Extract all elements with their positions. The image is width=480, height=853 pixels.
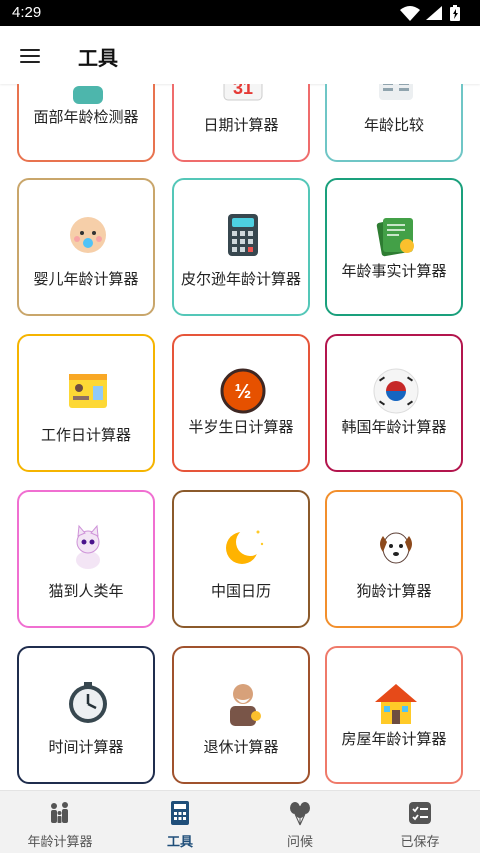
tool-card-cat-years[interactable]: 猫到人类年 bbox=[17, 490, 155, 628]
nav-label: 问候 bbox=[286, 835, 313, 850]
tool-label: 狗龄计算器 bbox=[356, 582, 432, 600]
half-icon: ½ bbox=[220, 368, 266, 414]
tool-label: 皮尔逊年龄计算器 bbox=[180, 270, 301, 288]
tool-card-retirement[interactable]: 退休计算器 bbox=[172, 646, 310, 784]
tool-card-baby-age[interactable]: 婴儿年龄计算器 bbox=[17, 178, 155, 316]
tool-label: 年龄事实计算器 bbox=[341, 262, 447, 280]
calendar-icon: 31 bbox=[223, 84, 263, 101]
tool-card-dog-age[interactable]: 狗龄计算器 bbox=[325, 490, 463, 628]
tool-label: 时间计算器 bbox=[48, 738, 124, 756]
certificate-icon bbox=[376, 218, 414, 257]
nav-age-calculator[interactable]: 年龄计算器 bbox=[0, 791, 120, 853]
tool-label: 半岁生日计算器 bbox=[188, 418, 294, 436]
status-time: 4:29 bbox=[12, 4, 42, 21]
tool-label: 房屋年龄计算器 bbox=[341, 730, 447, 748]
tool-card-house-age[interactable]: 房屋年龄计算器 bbox=[325, 646, 463, 784]
tool-card-half-birthday[interactable]: ½ 半岁生日计算器 bbox=[172, 334, 310, 472]
nav-label: 工具 bbox=[166, 835, 193, 850]
tools-scroll-area[interactable]: 面部年龄检测器 31 日期计算器 年龄比较 婴儿年龄计算器 皮尔逊年龄计算器 年… bbox=[0, 84, 480, 790]
tool-label: 面部年龄检测器 bbox=[33, 108, 139, 126]
tool-label: 工作日计算器 bbox=[40, 426, 131, 444]
retiree-icon bbox=[230, 684, 261, 726]
nav-greetings[interactable]: 问候 bbox=[240, 791, 360, 853]
battery-icon bbox=[450, 5, 460, 21]
calculator-icon bbox=[171, 801, 189, 825]
balloons-icon bbox=[290, 802, 310, 826]
nav-tools[interactable]: 工具 bbox=[120, 791, 240, 853]
hamburger-icon bbox=[20, 49, 40, 51]
work-calendar-icon bbox=[69, 374, 107, 408]
tool-card-age-compare[interactable]: 年龄比较 bbox=[325, 84, 463, 162]
tool-card-workday[interactable]: 工作日计算器 bbox=[17, 334, 155, 472]
hamburger-icon-line bbox=[20, 61, 40, 63]
korea-flag-icon bbox=[373, 368, 419, 414]
tool-card-age-facts[interactable]: 年龄事实计算器 bbox=[325, 178, 463, 316]
tool-label: 年龄比较 bbox=[363, 116, 424, 134]
cat-icon bbox=[76, 524, 100, 569]
crescent-moon-icon bbox=[226, 528, 264, 564]
status-bar: 4:29 bbox=[0, 0, 480, 26]
signal-icon bbox=[426, 6, 442, 20]
svg-text:½: ½ bbox=[235, 381, 252, 403]
nav-saved[interactable]: 已保存 bbox=[360, 791, 480, 853]
wifi-icon bbox=[400, 6, 420, 21]
menu-button[interactable] bbox=[10, 36, 50, 76]
tool-card-face-age[interactable]: 面部年龄检测器 bbox=[17, 84, 155, 162]
page-title: 工具 bbox=[78, 46, 118, 70]
nav-label: 已保存 bbox=[400, 835, 440, 850]
nav-label: 年龄计算器 bbox=[27, 835, 93, 850]
status-icons bbox=[400, 5, 460, 21]
face-age-detector-icon bbox=[73, 86, 103, 104]
house-icon bbox=[375, 684, 417, 724]
tool-card-date[interactable]: 31 日期计算器 bbox=[172, 84, 310, 162]
tool-card-time[interactable]: 时间计算器 bbox=[17, 646, 155, 784]
age-compare-icon bbox=[379, 84, 413, 100]
svg-text:31: 31 bbox=[233, 84, 253, 98]
bottom-navigation: 年龄计算器 工具 问候 已保存 bbox=[0, 790, 480, 853]
tool-card-chinese-calendar[interactable]: 中国日历 bbox=[172, 490, 310, 628]
app-bar: 工具 bbox=[0, 26, 480, 84]
family-icon bbox=[51, 802, 68, 823]
tool-label: 退休计算器 bbox=[203, 738, 279, 756]
tool-label: 婴儿年龄计算器 bbox=[33, 270, 139, 288]
clock-icon bbox=[69, 682, 107, 723]
tool-label: 中国日历 bbox=[210, 582, 271, 600]
checklist-icon bbox=[409, 802, 431, 824]
tool-label: 猫到人类年 bbox=[48, 582, 124, 600]
tool-label: 日期计算器 bbox=[203, 116, 279, 134]
tool-card-pearson[interactable]: 皮尔逊年龄计算器 bbox=[172, 178, 310, 316]
tool-label: 韩国年龄计算器 bbox=[341, 418, 447, 436]
hamburger-icon-line bbox=[20, 55, 40, 57]
dog-icon bbox=[380, 532, 412, 564]
baby-face-icon bbox=[70, 217, 106, 253]
calculator-icon bbox=[228, 214, 258, 256]
tool-card-korean-age[interactable]: 韩国年龄计算器 bbox=[325, 334, 463, 472]
